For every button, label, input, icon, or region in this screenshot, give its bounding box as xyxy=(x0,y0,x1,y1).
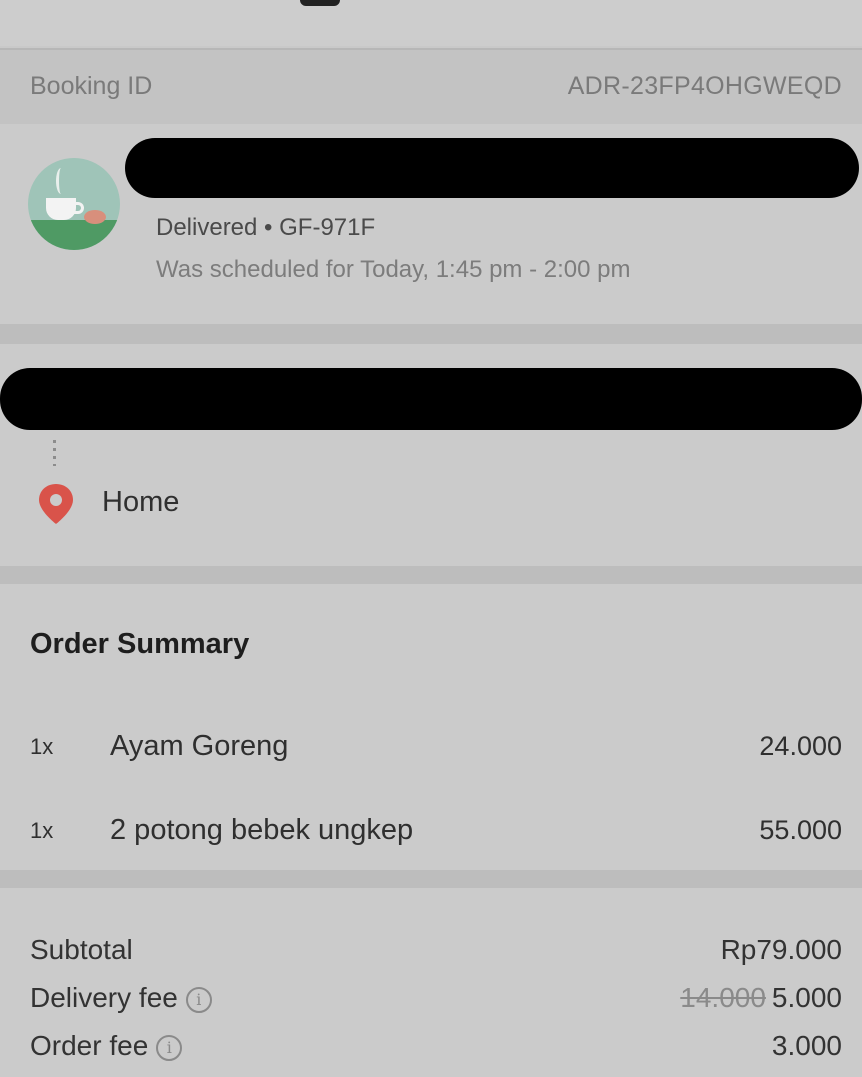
section-divider xyxy=(0,566,862,584)
merchant-avatar xyxy=(28,158,120,250)
delivery-status: Delivered • GF-971F xyxy=(156,214,376,241)
info-icon[interactable]: i xyxy=(156,1034,183,1061)
order-fee-label: Order fee xyxy=(30,1030,149,1061)
schedule-time: Was scheduled for Today, 1:45 pm - 2:00 … xyxy=(156,256,631,283)
item-quantity: 1x xyxy=(30,734,54,759)
section-divider xyxy=(0,870,862,888)
item-name: 2 potong bebek ungkep xyxy=(110,814,414,846)
route-connector xyxy=(53,440,56,466)
delivery-fee-original: 14.000 xyxy=(680,982,766,1013)
delivery-fee-label: Delivery fee xyxy=(30,982,178,1013)
order-fee-row-label: Order fee i xyxy=(30,1030,183,1062)
redacted-merchant-name xyxy=(125,138,859,198)
header-bar xyxy=(0,0,862,46)
booking-id-value[interactable]: ADR-23FP4OHGWEQD xyxy=(568,72,842,101)
item-quantity: 1x xyxy=(30,818,54,843)
delivery-fee-value-group: 14.000 5.000 xyxy=(680,982,842,1014)
destination-label: Home xyxy=(102,486,180,518)
subtotal-label: Subtotal xyxy=(30,934,133,965)
location-pin-icon xyxy=(39,484,73,524)
item-price: 55.000 xyxy=(759,815,842,845)
item-name: Ayam Goreng xyxy=(110,730,289,762)
header-title-fragment xyxy=(300,0,340,6)
subtotal-value: Rp79.000 xyxy=(720,934,842,965)
delivery-fee-row-label: Delivery fee i xyxy=(30,982,212,1014)
redacted-pickup-address xyxy=(0,368,862,430)
order-fee-value: 3.000 xyxy=(771,1030,842,1061)
info-icon[interactable]: i xyxy=(185,986,212,1013)
booking-id-label: Booking ID xyxy=(30,72,153,100)
delivery-fee-value: 5.000 xyxy=(771,982,842,1013)
order-summary-title: Order Summary xyxy=(30,628,250,660)
item-price: 24.000 xyxy=(759,731,842,761)
section-divider xyxy=(0,324,862,344)
